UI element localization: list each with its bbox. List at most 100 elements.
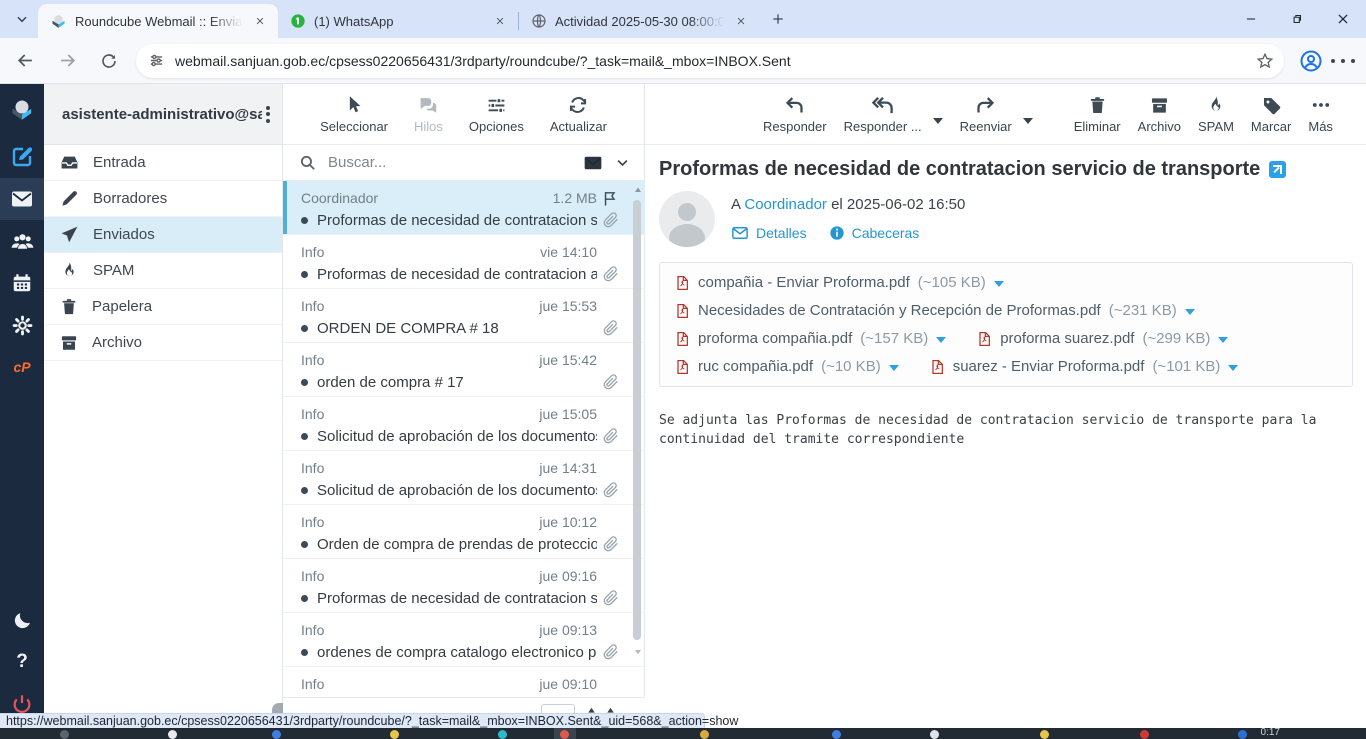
attachment[interactable]: proforma compañia.pdf(~157 KB) bbox=[674, 328, 946, 349]
attachment-menu-caret-icon[interactable] bbox=[1228, 365, 1238, 371]
contacts-nav-icon[interactable] bbox=[0, 220, 44, 262]
taskbar-app-icon[interactable] bbox=[1040, 730, 1049, 739]
message-row[interactable]: Infovie 14:10 Proformas de necesidad de … bbox=[283, 235, 645, 289]
restore-button[interactable] bbox=[1274, 0, 1320, 38]
message-row[interactable]: Infojue 14:31 Solicitud de aprobación de… bbox=[283, 451, 645, 505]
folder-spam[interactable]: SPAM bbox=[44, 253, 282, 289]
attachment-menu-caret-icon[interactable] bbox=[994, 281, 1004, 287]
taskbar-app-icon[interactable] bbox=[390, 730, 399, 739]
taskbar-app-icon[interactable] bbox=[168, 730, 177, 739]
tab-close-icon[interactable] bbox=[251, 13, 268, 30]
mark-button[interactable]: Marcar bbox=[1251, 94, 1291, 134]
more-button[interactable]: Más bbox=[1308, 94, 1333, 134]
scroll-up-icon[interactable] bbox=[632, 184, 644, 196]
taskbar-app-icon[interactable] bbox=[1140, 730, 1149, 739]
folder-enviados[interactable]: Enviados bbox=[44, 217, 282, 253]
reply-all-button[interactable]: Responder ... bbox=[844, 94, 922, 134]
attachment[interactable]: compañia - Enviar Proforma.pdf(~105 KB) bbox=[674, 272, 1004, 293]
browser-menu-icon[interactable] bbox=[1328, 44, 1358, 78]
reply-all-menu-caret-icon[interactable] bbox=[933, 118, 943, 124]
list-scrollbar[interactable] bbox=[632, 184, 642, 694]
taskbar-app-icon[interactable] bbox=[498, 730, 507, 739]
forward-button[interactable] bbox=[50, 44, 84, 78]
site-settings-icon[interactable] bbox=[148, 52, 165, 69]
message-row[interactable]: Infojue 09:10 bbox=[283, 667, 645, 697]
mail-toolbar: Responder Responder ... Reenviar Elimina… bbox=[645, 84, 1366, 145]
minimize-button[interactable] bbox=[1228, 0, 1274, 38]
search-input[interactable] bbox=[328, 154, 583, 171]
help-icon[interactable]: ? bbox=[0, 641, 44, 683]
attachment[interactable]: ruc compañia.pdf(~10 KB) bbox=[674, 356, 899, 377]
message-row[interactable]: Infojue 09:13 ordenes de compra catalogo… bbox=[283, 613, 645, 667]
taskbar-app-icon[interactable] bbox=[60, 730, 69, 739]
dark-mode-icon[interactable] bbox=[0, 599, 44, 641]
account-header: asistente-administrativo@sa... bbox=[44, 84, 282, 145]
details-toggle[interactable]: Detalles bbox=[731, 224, 807, 242]
tab-title: Roundcube Webmail :: Enviados bbox=[75, 14, 243, 29]
settings-nav-icon[interactable] bbox=[0, 304, 44, 346]
folder-papelera[interactable]: Papelera bbox=[44, 289, 282, 325]
windows-taskbar[interactable]: 0:17 bbox=[0, 728, 1366, 739]
taskbar-app-icon[interactable] bbox=[272, 730, 281, 739]
spam-button[interactable]: SPAM bbox=[1198, 94, 1234, 134]
tab-close-icon[interactable] bbox=[732, 13, 749, 30]
forward-button[interactable]: Reenviar bbox=[960, 94, 1012, 134]
message-row[interactable]: Infojue 10:12 Orden de compra de prendas… bbox=[283, 505, 645, 559]
inbox-icon bbox=[60, 153, 79, 172]
message-row[interactable]: Infojue 15:05 Solicitud de aprobación de… bbox=[283, 397, 645, 451]
unread-dot bbox=[301, 217, 308, 224]
taskbar-app-icon[interactable] bbox=[930, 730, 939, 739]
scroll-thumb[interactable] bbox=[633, 200, 641, 640]
message-row[interactable]: Infojue 15:42 orden de compra # 17 bbox=[283, 343, 645, 397]
tab-roundcube[interactable]: Roundcube Webmail :: Enviados bbox=[38, 4, 278, 38]
account-menu-icon[interactable] bbox=[262, 99, 274, 129]
back-button[interactable] bbox=[8, 44, 42, 78]
attachment[interactable]: Necesidades de Contratación y Recepción … bbox=[674, 300, 1195, 321]
search-scope-mail-icon[interactable] bbox=[583, 153, 603, 173]
message-row[interactable]: Infojue 15:53 ORDEN DE COMPRA # 18 bbox=[283, 289, 645, 343]
attachment-menu-caret-icon[interactable] bbox=[889, 365, 899, 371]
cpanel-icon[interactable]: cP bbox=[0, 346, 44, 388]
attachment-menu-caret-icon[interactable] bbox=[1185, 309, 1195, 315]
taskbar-app-icon[interactable] bbox=[832, 730, 841, 739]
attachment[interactable]: suarez - Enviar Proforma.pdf(~101 KB) bbox=[929, 356, 1239, 377]
folder-borradores[interactable]: Borradores bbox=[44, 181, 282, 217]
browser-profile-icon[interactable] bbox=[1294, 44, 1328, 78]
options-button[interactable]: Opciones bbox=[469, 94, 524, 134]
delete-button[interactable]: Eliminar bbox=[1074, 94, 1121, 134]
tab-whatsapp[interactable]: (1) WhatsApp bbox=[278, 4, 518, 38]
new-tab-button[interactable] bbox=[765, 6, 791, 32]
refresh-button[interactable]: Actualizar bbox=[550, 94, 607, 134]
attachment-menu-caret-icon[interactable] bbox=[936, 337, 946, 343]
scroll-down-icon[interactable] bbox=[632, 646, 644, 658]
bookmark-star-icon[interactable] bbox=[1256, 52, 1274, 70]
folder-entrada[interactable]: Entrada bbox=[44, 145, 282, 181]
archive-button[interactable]: Archivo bbox=[1138, 94, 1181, 134]
open-in-new-window-icon[interactable] bbox=[1269, 161, 1286, 178]
attachment-menu-caret-icon[interactable] bbox=[1218, 337, 1228, 343]
flag-icon[interactable] bbox=[597, 190, 619, 207]
tab-search-icon[interactable] bbox=[8, 5, 36, 33]
close-button[interactable] bbox=[1320, 0, 1366, 38]
taskbar-app-icon[interactable] bbox=[1238, 730, 1247, 739]
message-row[interactable]: Coordinador1.2 MB Proformas de necesidad… bbox=[283, 181, 645, 235]
threads-button[interactable]: Hilos bbox=[414, 94, 443, 134]
taskbar-app-icon[interactable] bbox=[700, 730, 709, 739]
reply-button[interactable]: Responder bbox=[763, 94, 827, 134]
mail-nav-icon[interactable] bbox=[0, 178, 44, 220]
address-bar[interactable]: webmail.sanjuan.gob.ec/cpsess0220656431/… bbox=[136, 44, 1284, 78]
recipient-link[interactable]: Coordinador bbox=[744, 196, 827, 213]
taskbar-app-icon[interactable] bbox=[560, 730, 569, 739]
folder-archivo[interactable]: Archivo bbox=[44, 325, 282, 361]
message-row[interactable]: Infojue 09:16 Proformas de necesidad de … bbox=[283, 559, 645, 613]
tab-close-icon[interactable] bbox=[491, 13, 508, 30]
forward-menu-caret-icon[interactable] bbox=[1023, 118, 1033, 124]
reload-button[interactable] bbox=[92, 44, 126, 78]
headers-toggle[interactable]: Cabeceras bbox=[829, 225, 920, 241]
calendar-nav-icon[interactable] bbox=[0, 262, 44, 304]
select-button[interactable]: Seleccionar bbox=[320, 94, 388, 134]
search-options-chevron-icon[interactable] bbox=[615, 155, 630, 170]
tab-actividad[interactable]: Actividad 2025-05-30 08:00:00 bbox=[519, 4, 759, 38]
compose-button[interactable] bbox=[0, 136, 44, 178]
attachment[interactable]: proforma suarez.pdf(~299 KB) bbox=[976, 328, 1228, 349]
